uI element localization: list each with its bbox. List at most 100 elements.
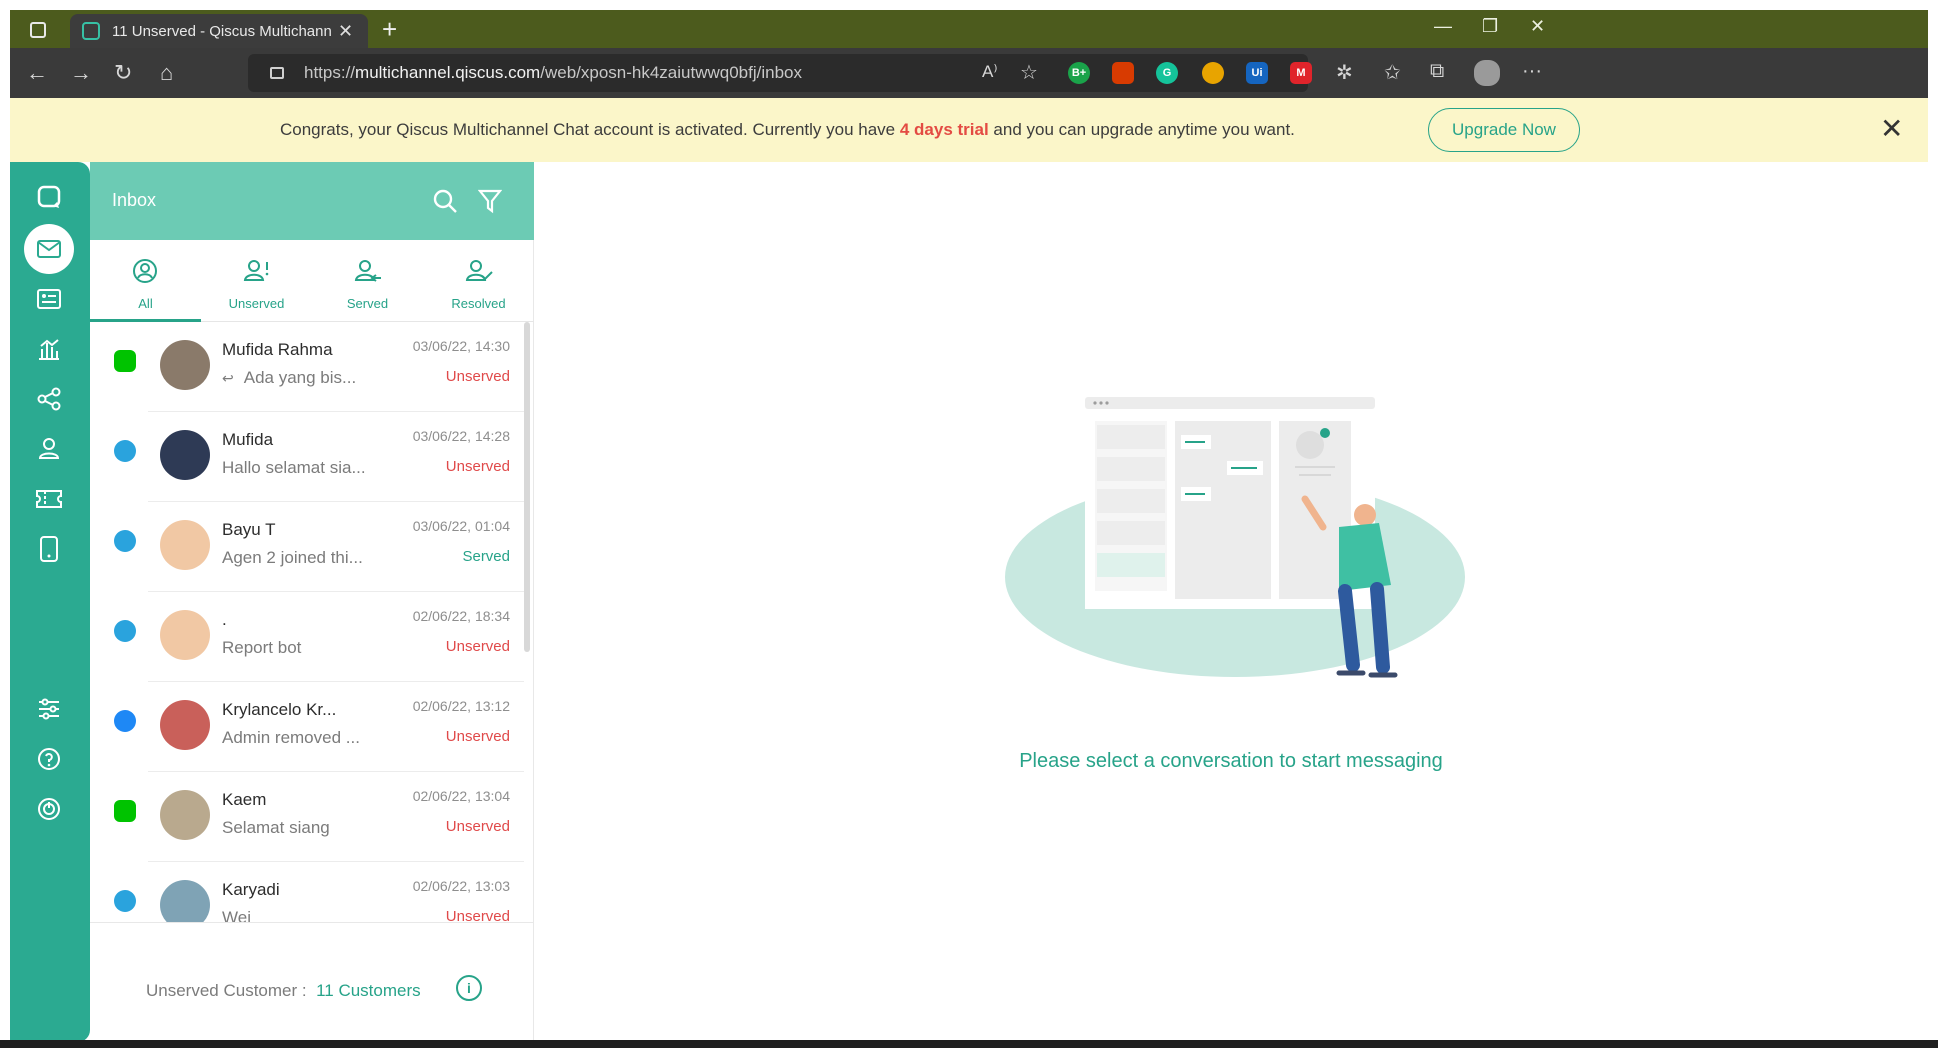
extension-bplus-icon[interactable]: B+ <box>1068 62 1090 84</box>
close-window-icon[interactable]: ✕ <box>1530 16 1545 37</box>
help-nav-icon[interactable] <box>24 734 74 784</box>
conversation-item[interactable]: . Report bot 02/06/22, 18:34 Unserved <box>90 592 534 682</box>
served-user-icon <box>354 258 382 289</box>
inbox-title: Inbox <box>112 190 157 210</box>
tab-actions-icon[interactable] <box>30 22 46 38</box>
conversation-item[interactable]: Mufida Rahma ↩ Ada yang bis... 03/06/22, … <box>90 322 534 412</box>
avatar <box>160 790 210 840</box>
upgrade-now-button[interactable]: Upgrade Now <box>1428 108 1580 152</box>
contact-name: Krylancelo Kr... <box>222 700 337 719</box>
qiscus-favicon-icon <box>82 22 100 40</box>
inbox-nav-icon[interactable] <box>24 224 74 274</box>
tab-title: 11 Unserved - Qiscus Multichannel <box>112 22 332 40</box>
address-bar[interactable]: https://multichannel.qiscus.com/web/xpos… <box>248 54 1308 92</box>
inbox-tabs: All Unserved Served Resolved <box>90 240 534 322</box>
message-preview: Selamat siang <box>222 818 330 837</box>
close-banner-icon[interactable]: ✕ <box>1880 112 1903 145</box>
contacts-nav-icon[interactable] <box>24 274 74 324</box>
extension-grammarly-icon[interactable]: G <box>1156 62 1178 84</box>
message-preview: Admin removed ... <box>222 728 360 747</box>
status-badge: Unserved <box>445 368 510 385</box>
message-time: 03/06/22, 14:30 <box>412 338 510 354</box>
conversation-item[interactable]: Karyadi Wei 02/06/22, 13:03 Unserved <box>90 862 534 922</box>
tab-all-label: All <box>138 296 153 311</box>
message-time: 02/06/22, 13:04 <box>412 788 510 804</box>
minimize-icon[interactable]: — <box>1434 16 1452 37</box>
agents-nav-icon[interactable] <box>24 424 74 474</box>
unserved-user-icon <box>243 258 271 289</box>
extensions-icon[interactable]: ✲ <box>1336 60 1353 85</box>
extension-office-icon[interactable] <box>1112 62 1134 84</box>
analytics-nav-icon[interactable] <box>24 324 74 374</box>
main-sidebar <box>10 162 90 1042</box>
contact-name: Bayu T <box>222 520 276 539</box>
message-preview: Wei <box>222 908 251 922</box>
conversation-scrollbar[interactable] <box>524 322 530 652</box>
chat-logo-icon[interactable] <box>24 172 74 222</box>
restore-icon[interactable]: ❐ <box>1482 16 1498 37</box>
status-badge: Unserved <box>445 818 510 835</box>
status-badge: Unserved <box>445 638 510 655</box>
inbox-footer: Unserved Customer : 11 Customers i <box>90 922 534 1042</box>
tab-served[interactable]: Served <box>312 240 423 322</box>
extension-color-icon[interactable] <box>1202 62 1224 84</box>
integration-nav-icon[interactable] <box>24 374 74 424</box>
tab-resolved[interactable]: Resolved <box>423 240 534 322</box>
message-time: 02/06/22, 13:03 <box>412 878 510 894</box>
mobile-nav-icon[interactable] <box>24 524 74 574</box>
more-icon[interactable]: ··· <box>1522 60 1542 83</box>
search-icon[interactable] <box>432 188 458 219</box>
tab-unserved-label: Unserved <box>228 296 285 311</box>
favorites-list-icon[interactable]: ✩ <box>1384 60 1401 85</box>
collections-icon[interactable]: ⧉ <box>1430 60 1444 83</box>
avatar <box>160 700 210 750</box>
message-preview: Report bot <box>222 638 302 657</box>
tab-unserved[interactable]: Unserved <box>201 240 312 322</box>
inbox-header: Inbox <box>90 162 534 240</box>
reply-icon: ↩ <box>222 370 234 386</box>
taskbar <box>0 1040 1938 1048</box>
resolved-user-icon <box>465 258 493 289</box>
browser-toolbar: ← → ↻ ⌂ https://multichannel.qiscus.com/… <box>10 48 1928 98</box>
conversation-list: Mufida Rahma ↩ Ada yang bis... 03/06/22, … <box>90 322 534 922</box>
lock-icon[interactable] <box>270 67 284 79</box>
telegram-channel-icon <box>114 890 136 912</box>
profile-avatar[interactable] <box>1474 60 1500 86</box>
message-time: 02/06/22, 18:34 <box>412 608 510 624</box>
all-users-icon <box>132 258 158 289</box>
read-aloud-icon[interactable]: A⁾ <box>982 62 998 82</box>
home-icon[interactable]: ⌂ <box>160 60 173 86</box>
favorite-icon[interactable]: ☆ <box>1020 60 1038 85</box>
conversation-item[interactable]: Bayu T Agen 2 joined thi... 03/06/22, 01… <box>90 502 534 592</box>
refresh-icon[interactable]: ↻ <box>114 60 132 86</box>
new-tab-icon[interactable]: + <box>382 14 397 45</box>
conversation-item[interactable]: Kaem Selamat siang 02/06/22, 13:04 Unser… <box>90 772 534 862</box>
conversation-item[interactable]: Krylancelo Kr... Admin removed ... 02/06… <box>90 682 534 772</box>
unserved-customer-count[interactable]: 11 Customers <box>316 981 421 1000</box>
ticket-nav-icon[interactable] <box>24 474 74 524</box>
info-icon[interactable]: i <box>456 975 482 1001</box>
browser-tab-strip: 11 Unserved - Qiscus Multichannel ✕ + — … <box>10 10 1928 48</box>
close-tab-icon[interactable]: ✕ <box>338 21 353 42</box>
extension-ui-icon[interactable]: Ui <box>1246 62 1268 84</box>
empty-state-message: Please select a conversation to start me… <box>1019 750 1443 772</box>
empty-state-illustration <box>1005 397 1465 678</box>
contact-name: Mufida <box>222 430 274 449</box>
tab-served-label: Served <box>346 296 389 311</box>
back-icon[interactable]: ← <box>26 60 48 86</box>
settings-nav-icon[interactable] <box>24 684 74 734</box>
message-time: 03/06/22, 01:04 <box>412 518 510 534</box>
contact-name: Karyadi <box>222 880 280 899</box>
forward-icon[interactable]: → <box>70 60 92 86</box>
browser-tab[interactable]: 11 Unserved - Qiscus Multichannel ✕ <box>70 14 368 48</box>
line-channel-icon <box>114 800 136 822</box>
tab-all[interactable]: All <box>90 240 201 322</box>
telegram-channel-icon <box>114 440 136 462</box>
avatar <box>160 520 210 570</box>
message-preview: ↩ Ada yang bis... <box>222 368 357 387</box>
extension-mendeley-icon[interactable]: M <box>1290 62 1312 84</box>
power-nav-icon[interactable] <box>24 784 74 834</box>
filter-icon[interactable] <box>477 188 503 219</box>
avatar <box>160 610 210 660</box>
conversation-item[interactable]: Mufida Hallo selamat sia... 03/06/22, 14… <box>90 412 534 502</box>
